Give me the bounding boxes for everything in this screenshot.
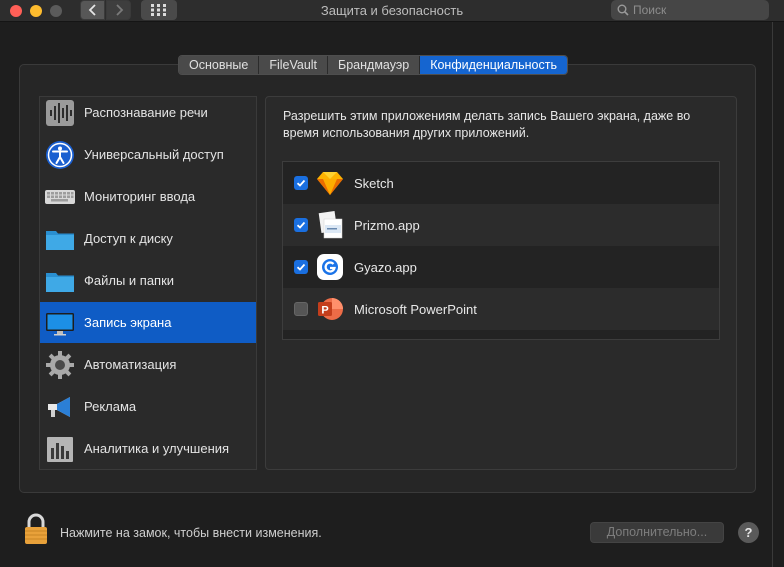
sidebar-item-analytics[interactable]: Аналитика и улучшения xyxy=(40,428,256,469)
sidebar-item-full-disk-access[interactable]: Доступ к диску xyxy=(40,218,256,259)
sidebar-item-accessibility[interactable]: Универсальный доступ xyxy=(40,134,256,175)
app-name: Microsoft PowerPoint xyxy=(354,301,477,317)
display-icon xyxy=(46,312,74,335)
tab-general[interactable]: Основные xyxy=(179,56,260,74)
search-field[interactable] xyxy=(611,0,769,20)
app-checkbox-sketch[interactable] xyxy=(294,176,308,190)
app-row-powerpoint[interactable]: P Microsoft PowerPoint xyxy=(283,288,719,330)
speech-waveform-icon xyxy=(46,99,74,126)
sidebar-item-label: Файлы и папки xyxy=(84,273,175,288)
sidebar-item-label: Автоматизация xyxy=(84,357,177,372)
folder-icon xyxy=(46,230,74,250)
sidebar-item-label: Распознавание речи xyxy=(84,105,208,120)
sidebar-item-label: Доступ к диску xyxy=(84,231,173,246)
gear-icon xyxy=(46,350,74,379)
app-checkbox-powerpoint[interactable] xyxy=(294,302,308,316)
help-button[interactable]: ? xyxy=(738,522,759,543)
sidebar-item-screen-recording[interactable]: Запись экрана xyxy=(40,302,256,343)
tab-firewall[interactable]: Брандмауэр xyxy=(328,56,421,74)
search-input[interactable] xyxy=(633,3,753,17)
svg-text:P: P xyxy=(321,305,328,317)
app-row-gyazo[interactable]: Gyazo.app xyxy=(283,246,719,288)
lock-hint-text: Нажмите на замок, чтобы внести изменения… xyxy=(60,526,322,540)
privacy-category-list[interactable]: Распознавание речи Универсальный доступ … xyxy=(39,96,257,470)
sidebar-item-label: Аналитика и улучшения xyxy=(84,441,230,456)
permission-description: Разрешить этим приложениям делать запись… xyxy=(283,109,691,140)
app-name: Gyazo.app xyxy=(354,259,417,275)
title-bar: Защита и безопасность xyxy=(0,0,784,22)
app-icon-partial xyxy=(319,337,347,340)
sidebar-item-label: Мониторинг ввода xyxy=(84,189,196,204)
powerpoint-icon: P xyxy=(318,298,343,320)
sidebar-item-label: Запись экрана xyxy=(84,315,172,330)
sidebar-item-input-monitoring[interactable]: Мониторинг ввода xyxy=(40,176,256,217)
app-list[interactable]: Sketch Prizmo.app Gyazo.app P Microsoft … xyxy=(282,161,720,340)
app-name: Sketch xyxy=(354,175,394,191)
tab-bar: Основные FileVault Брандмауэр Конфиденци… xyxy=(178,55,568,75)
bar-chart-icon xyxy=(47,436,73,462)
checkmark-icon xyxy=(296,179,306,187)
app-row-prizmo[interactable]: Prizmo.app xyxy=(283,204,719,246)
search-icon xyxy=(617,4,629,16)
gyazo-icon xyxy=(317,254,343,280)
window-edge-divider xyxy=(772,22,773,567)
advanced-button[interactable]: Дополнительно... xyxy=(590,522,724,543)
app-row-sketch[interactable]: Sketch xyxy=(283,162,719,204)
accessibility-icon xyxy=(46,140,74,169)
sidebar-item-files-and-folders[interactable]: Файлы и папки xyxy=(40,260,256,301)
app-checkbox-gyazo[interactable] xyxy=(294,260,308,274)
checkmark-icon xyxy=(296,221,306,229)
sidebar-item-label: Реклама xyxy=(84,399,137,414)
sidebar-item-automation[interactable]: Автоматизация xyxy=(40,344,256,385)
sidebar-item-advertising[interactable]: Реклама xyxy=(40,386,256,427)
folder-icon xyxy=(46,272,74,292)
tab-filevault[interactable]: FileVault xyxy=(259,56,329,74)
app-row-partial[interactable] xyxy=(283,330,719,340)
lock-icon[interactable] xyxy=(24,513,48,545)
keyboard-icon xyxy=(45,189,75,204)
app-checkbox-prizmo[interactable] xyxy=(294,218,308,232)
prizmo-icon xyxy=(318,211,343,239)
sketch-diamond-icon xyxy=(317,172,343,195)
megaphone-icon xyxy=(48,396,70,417)
tab-privacy[interactable]: Конфиденциальность xyxy=(420,56,567,74)
sidebar-item-speech-recognition[interactable]: Распознавание речи xyxy=(40,97,256,133)
checkmark-icon xyxy=(296,263,306,271)
app-name: Prizmo.app xyxy=(354,217,420,233)
sidebar-item-label: Универсальный доступ xyxy=(84,147,224,162)
